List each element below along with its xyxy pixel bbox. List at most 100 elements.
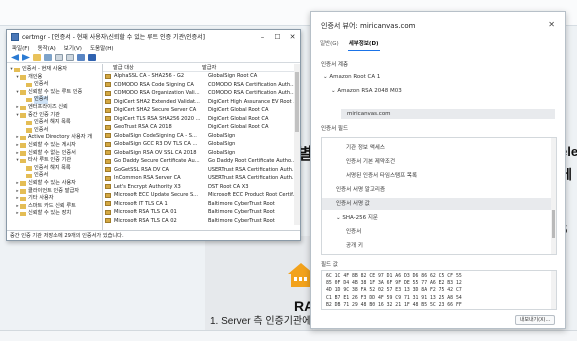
tree-item[interactable]: ▾ 신뢰할 수 있는 루트 인증: [7, 89, 102, 97]
field-value-box[interactable]: 6C 1C 4F 8B 82 CE 97 D1 A6 D3 D6 86 62 C…: [321, 270, 557, 310]
table-row[interactable]: DigiCert TLS RSA SHA256 2020 ... DigiCert…: [103, 115, 300, 124]
table-row[interactable]: Let's Encrypt Authority X3 DST Root CA X3: [103, 183, 300, 192]
show-tree-icon[interactable]: [44, 54, 52, 61]
tree-item[interactable]: ▸ 신뢰할 수 있는 게시자: [7, 142, 102, 150]
table-row[interactable]: Microsoft ECC Update Secure S... Microsof…: [103, 191, 300, 200]
folder-icon: [26, 166, 32, 171]
table-row[interactable]: GlobalSign GCC R3 DV TLS CA ... GlobalSig…: [103, 140, 300, 149]
field-value-heading: 필드 값: [321, 262, 338, 268]
certificate-field-item[interactable]: 인증서 서명 값: [322, 198, 552, 210]
certificate-field-item[interactable]: 인증서 기본 제약조건: [322, 156, 552, 168]
table-row[interactable]: DigiCert SHA2 Extended Validat... DigiCer…: [103, 98, 300, 107]
background-step-text: 1. Server 측 인증기관에: [210, 316, 312, 327]
tree-item[interactable]: ▾ 개인용: [7, 74, 102, 82]
column-issued-by[interactable]: 발급자: [198, 64, 300, 71]
tree-item[interactable]: 인증서: [7, 96, 102, 104]
table-row[interactable]: GoGetSSL RSA DV CA USERTrust RSA Certific…: [103, 166, 300, 175]
hierarchy-leaf[interactable]: miricanvas.com: [347, 111, 391, 117]
certificate-field-item[interactable]: ⌄ SHA-256 지문: [322, 212, 552, 224]
table-row[interactable]: Microsoft RSA TLS CA 01 Baltimore CyberTr…: [103, 208, 300, 217]
close-icon[interactable]: ✕: [285, 33, 300, 41]
background-footer: [0, 330, 577, 341]
export-button[interactable]: 내보내기(X)...: [515, 315, 555, 325]
certificate-field-item[interactable]: 서명된 인증서 타임스탬프 목록: [322, 170, 552, 182]
tree-item[interactable]: ▸ 신뢰할 수 있는 장치: [7, 210, 102, 218]
certificate-icon: [105, 90, 111, 96]
tree-item[interactable]: 인증서: [7, 81, 102, 89]
certificate-field-item[interactable]: 공개 키: [322, 240, 552, 252]
folder-icon: [26, 97, 32, 103]
table-row[interactable]: Go Daddy Secure Certificate Au... Go Dadd…: [103, 157, 300, 166]
table-row[interactable]: AlphaSSL CA - SHA256 - G2 GlobalSign Root…: [103, 72, 300, 81]
forward-arrow-icon[interactable]: [22, 54, 30, 61]
tree-item[interactable]: ▸ 기타 사용자: [7, 195, 102, 203]
hex-value-line: 4D 1D 9C 38 FA 52 02 57 E3 13 3D 8A F2 7…: [326, 288, 462, 294]
hierarchy-root[interactable]: ⌄ Amazon Root CA 1: [323, 74, 380, 80]
console-icon[interactable]: [88, 54, 96, 61]
certificate-field-label: SHA-256 지문: [342, 215, 378, 221]
menu-file[interactable]: 파일(F): [12, 44, 30, 52]
certificate-field-item[interactable]: 기관 정보 액세스: [322, 142, 552, 154]
vertical-scrollbar[interactable]: [294, 64, 300, 225]
table-row[interactable]: GlobalSign RSA OV SSL CA 2018 GlobalSign: [103, 149, 300, 158]
certificate-field-item[interactable]: 인증서 서명 알고리즘: [322, 184, 552, 196]
table-row[interactable]: InCommon RSA Server CA USERTrust RSA Cert…: [103, 174, 300, 183]
export-list-icon[interactable]: [66, 54, 74, 61]
table-row[interactable]: COMODO RSA Organization Vali... COMODO RS…: [103, 89, 300, 98]
list-rows: AlphaSSL CA - SHA256 - G2 GlobalSign Root…: [103, 72, 300, 225]
tree-item[interactable]: ▾ 타사 루트 인증 기관: [7, 157, 102, 165]
menu-action[interactable]: 동작(A): [38, 44, 56, 52]
cell-issued-by: USERTrust RSA Certification Auth...: [208, 166, 297, 173]
table-row[interactable]: Microsoft RSA TLS CA 02 Baltimore CyberTr…: [103, 217, 300, 226]
menu-view[interactable]: 보기(V): [64, 44, 82, 52]
tree-item[interactable]: ▸ 신뢰할 수 없는 인증서: [7, 150, 102, 158]
vertical-scrollbar[interactable]: [551, 271, 556, 309]
up-folder-icon[interactable]: [33, 54, 41, 61]
table-row[interactable]: COMODO RSA Code Signing CA COMODO RSA Cer…: [103, 81, 300, 90]
certificate-icon: [105, 107, 111, 113]
certificate-icon: [105, 184, 111, 190]
vertical-scrollbar[interactable]: [551, 138, 556, 254]
cell-issued-to: AlphaSSL CA - SHA256 - G2: [114, 73, 185, 80]
scroll-thumb[interactable]: [295, 72, 299, 132]
minimize-icon[interactable]: –: [255, 33, 270, 41]
help-icon[interactable]: [77, 54, 85, 61]
hierarchy-intermediate[interactable]: ⌄ Amazon RSA 2048 M03: [331, 88, 402, 94]
maximize-icon[interactable]: ☐: [270, 33, 285, 41]
certificate-manager-icon: [11, 32, 19, 41]
tree-item[interactable]: ▾ 인증서 - 현재 사용자: [7, 66, 102, 74]
table-row[interactable]: DigiCert SHA2 Secure Server CA DigiCert G…: [103, 106, 300, 115]
tree-item[interactable]: 인증서 해지 목록: [7, 165, 102, 173]
tab-details[interactable]: 세부정보(D): [347, 37, 380, 51]
tree-item[interactable]: ▸ Active Directory 사용자 개: [7, 134, 102, 142]
tree-item[interactable]: 인증서: [7, 172, 102, 180]
list-header: 발급 대상 발급자: [103, 64, 300, 72]
tree-item[interactable]: 인증서 해지 목록: [7, 119, 102, 127]
column-issued-to[interactable]: 발급 대상: [103, 64, 198, 71]
folder-icon: [20, 196, 26, 202]
menu-help[interactable]: 도움말(H): [90, 44, 114, 52]
tree-item-label: 신뢰할 수 있는 게시자: [28, 141, 76, 148]
certificate-field-item[interactable]: 인증서: [322, 226, 552, 238]
scroll-thumb[interactable]: [552, 210, 555, 238]
cell-issued-by: COMODO RSA Certification Auth...: [208, 90, 295, 97]
cell-issued-by: Baltimore CyberTrust Root: [208, 209, 275, 216]
tree-item[interactable]: ▸ 클라이언트 인증 발급자: [7, 188, 102, 196]
status-bar: 중간 인증 기관 저장소에 29개의 인증서가 있습니다.: [7, 230, 300, 240]
certificate-field-label: 인증서 서명 알고리즘: [336, 187, 386, 193]
tree-item[interactable]: ▸ 신뢰할 수 있는 사용자: [7, 180, 102, 188]
close-icon[interactable]: ✕: [548, 20, 555, 29]
cell-issued-by: GlobalSign: [208, 149, 236, 156]
tree-item-label: 인증서: [34, 96, 49, 104]
back-arrow-icon[interactable]: [11, 54, 19, 61]
tree-item[interactable]: ▸ 엔터프라이즈 신뢰: [7, 104, 102, 112]
certificate-field-label: 인증서: [346, 229, 362, 235]
table-row[interactable]: GeoTrust RSA CA 2018 DigiCert Global Root…: [103, 123, 300, 132]
table-row[interactable]: GlobalSign CodeSigning CA - S... GlobalSi…: [103, 132, 300, 141]
cell-issued-to: GlobalSign GCC R3 DV TLS CA ...: [114, 141, 198, 148]
window-titlebar[interactable]: certmgr - [인증서 - 현재 사용자\신뢰할 수 있는 루트 인증 기…: [7, 30, 300, 43]
properties-icon[interactable]: [55, 54, 63, 61]
certificate-icon: [105, 192, 111, 198]
table-row[interactable]: Microsoft IT TLS CA 1 Baltimore CyberTrus…: [103, 200, 300, 209]
tab-general[interactable]: 일반(G): [319, 37, 340, 51]
